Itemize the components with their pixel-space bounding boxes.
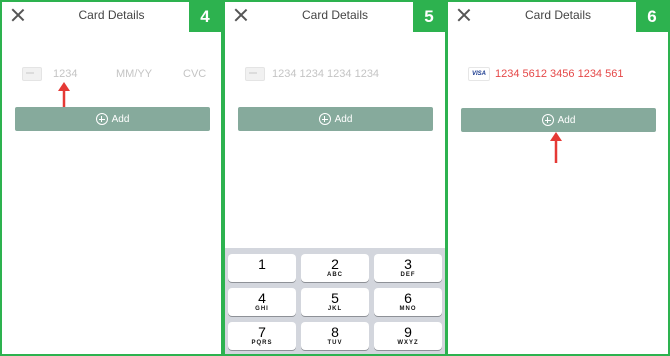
key-digit: 4 [258, 290, 266, 306]
add-button[interactable]: Add [15, 107, 210, 131]
screen-title: Card Details [524, 8, 592, 22]
up-arrow-icon [550, 132, 562, 163]
plus-circle-icon [541, 114, 554, 126]
card-input-row[interactable]: VISA 1234 5612 3456 1234 561 [468, 66, 660, 82]
card-icon [245, 67, 265, 81]
key-digit: 9 [404, 324, 412, 340]
screen-step-5: Card Details 5 1234 1234 1234 1234 Add 1… [225, 2, 445, 354]
key-digit: 5 [331, 290, 339, 306]
card-number-field[interactable]: 1234 [53, 68, 77, 80]
key-letters: JKL [327, 306, 343, 312]
visa-icon: VISA [468, 67, 490, 81]
key-letters: GHI [255, 306, 269, 312]
expiry-field[interactable]: MM/YY [116, 68, 152, 80]
key-digit: 1 [258, 256, 266, 272]
card-icon [22, 67, 42, 81]
plus-circle-icon [95, 113, 108, 125]
card-input-row[interactable]: 1234 MM/YY CVC [22, 66, 213, 82]
key-3[interactable]: 3 DEF [374, 254, 442, 282]
key-2[interactable]: 2 ABC [301, 254, 369, 282]
step-badge: 4 [189, 2, 221, 32]
key-1[interactable]: 1 [228, 254, 296, 282]
key-letters: MNO [399, 306, 417, 312]
card-number-field[interactable]: 1234 5612 3456 1234 561 [495, 68, 623, 80]
key-9[interactable]: 9 WXYZ [374, 322, 442, 350]
key-letters: WXYZ [397, 340, 419, 346]
add-button[interactable]: Add [461, 108, 656, 132]
key-digit: 8 [331, 324, 339, 340]
screen-step-6: Card Details 6 VISA 1234 5612 3456 1234 … [448, 2, 668, 354]
add-button-label: Add [111, 113, 130, 125]
step-badge: 6 [636, 2, 668, 32]
card-input-row[interactable]: 1234 1234 1234 1234 [245, 66, 437, 82]
add-button-label: Add [334, 113, 353, 125]
add-button-label: Add [557, 114, 576, 126]
key-digit: 6 [404, 290, 412, 306]
key-digit: 3 [404, 256, 412, 272]
key-letters: ABC [327, 272, 343, 278]
add-button[interactable]: Add [238, 107, 433, 131]
key-digit: 7 [258, 324, 266, 340]
screen-step-4: Card Details 4 1234 MM/YY CVC Add [2, 2, 221, 354]
key-letters: TUV [327, 340, 343, 346]
key-5[interactable]: 5 JKL [301, 288, 369, 316]
numeric-keypad: 1 2 ABC 3 DEF 4 GHI 5 JKL 6 MNO 7 PQRS 8 TUV 9W… [225, 248, 445, 354]
cvc-field[interactable]: CVC [183, 68, 206, 80]
step-badge: 5 [413, 2, 445, 32]
screen-title: Card Details [301, 8, 369, 22]
key-letters: PQRS [251, 340, 273, 346]
card-number-field[interactable]: 1234 1234 1234 1234 [272, 68, 379, 80]
key-6[interactable]: 6 MNO [374, 288, 442, 316]
key-4[interactable]: 4 GHI [228, 288, 296, 316]
plus-circle-icon [318, 113, 331, 125]
key-letters: DEF [400, 272, 416, 278]
key-digit: 2 [331, 256, 339, 272]
key-8[interactable]: 8 TUV [301, 322, 369, 350]
key-7[interactable]: 7 PQRS [228, 322, 296, 350]
